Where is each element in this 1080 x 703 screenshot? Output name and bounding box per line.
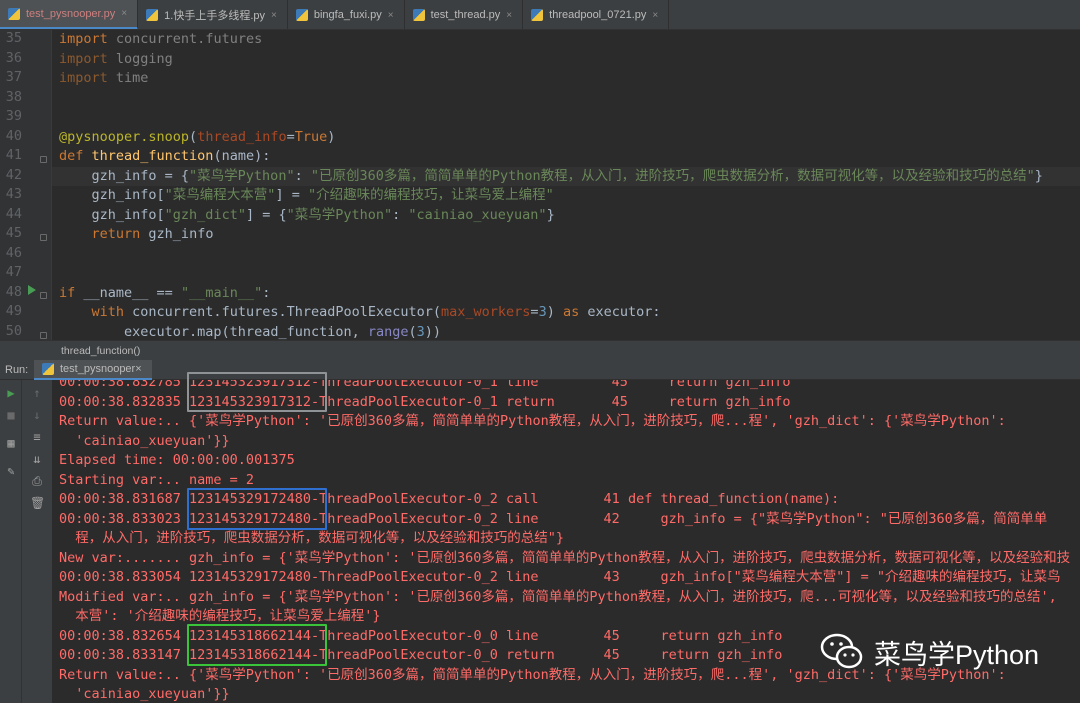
line-number: 49 <box>5 303 22 319</box>
line-number: 42 <box>5 166 22 183</box>
console-line: New var:....... gzh_info = {'菜鸟学Python':… <box>59 549 1071 566</box>
line-number: 37 <box>5 69 22 85</box>
run-toolbar: Run: test_pysnooper × <box>0 359 1080 380</box>
breadcrumb[interactable]: thread_function() <box>0 340 1080 360</box>
run-tab-label: test_pysnooper <box>60 362 136 375</box>
tab-label: threadpool_0721.py <box>549 9 647 21</box>
console-line: Return value:.. {'菜鸟学Python': '已原创360多篇，… <box>59 413 1006 429</box>
code-line: import time <box>59 70 149 86</box>
code-line: def thread_function(name): <box>59 148 271 164</box>
wechat-icon <box>820 633 863 669</box>
line-number: 43 <box>5 186 22 202</box>
fold-marker-icon[interactable] <box>40 156 47 163</box>
up-arrow-icon[interactable]: ↑ <box>30 386 44 400</box>
code-line: executor.map(thread_function, range(3)) <box>59 323 442 340</box>
code-line: gzh_info["gzh_dict"] = {"菜鸟学Python": "ca… <box>59 206 555 223</box>
console-line: 'cainiao_xueyuan'}} <box>59 432 230 449</box>
code-line: gzh_info = {"菜鸟学Python": "已原创360多篇，简简单单的… <box>59 167 1043 184</box>
thread-id-highlight-gray <box>187 372 327 412</box>
line-number: 40 <box>5 127 22 144</box>
console-line: Modified var:.. gzh_info = {'菜鸟学Python':… <box>59 588 1057 605</box>
tab-label: 1.快手上手多线程.py <box>164 10 265 22</box>
console-line: 'cainiao_xueyuan'}} <box>59 686 230 702</box>
line-number: 46 <box>5 244 22 261</box>
tab-label: bingfa_fuxi.py <box>313 9 382 21</box>
line-number: 47 <box>5 264 22 280</box>
layout-icon[interactable]: ▦ <box>4 436 18 450</box>
trash-icon[interactable]: 🗑 <box>30 496 45 510</box>
run-gutter-icon[interactable] <box>28 285 36 295</box>
python-file-icon <box>146 9 159 21</box>
code-line: import logging <box>59 50 173 67</box>
python-file-icon <box>295 9 308 21</box>
thread-id-highlight-green <box>187 624 327 666</box>
tab-test-pysnooper[interactable]: test_pysnooper.py × <box>0 0 139 29</box>
scroll-to-end-icon[interactable]: ⇊ <box>30 452 44 466</box>
code-line: gzh_info["菜鸟编程大本营"] = "介绍趣味的编程技巧，让菜鸟爱上编程… <box>59 187 554 203</box>
code-line: import concurrent.futures <box>59 31 263 47</box>
line-number: 41 <box>5 147 22 163</box>
line-number: 44 <box>5 205 22 222</box>
close-icon[interactable]: × <box>271 10 277 21</box>
tab-threadpool-0721[interactable]: threadpool_0721.py × <box>523 0 670 29</box>
line-number: 45 <box>5 225 22 241</box>
python-file-icon <box>412 9 425 21</box>
console-line: 00:00:38.833054 123145329172480-ThreadPo… <box>59 569 1061 585</box>
tab-kuaishou-thread[interactable]: 1.快手上手多线程.py × <box>138 0 288 29</box>
line-number-gutter[interactable]: 35 36 37 38 39 40 41 42 43 44 45 46 47 4… <box>0 30 52 340</box>
code-editor[interactable]: import concurrent.futures import logging… <box>52 30 1080 340</box>
close-icon[interactable]: × <box>388 10 394 21</box>
python-file-icon <box>531 9 544 21</box>
code-line: with concurrent.futures.ThreadPoolExecut… <box>91 304 661 320</box>
console-line: 00:00:38.832654 123145318662144-ThreadPo… <box>59 627 783 644</box>
close-icon[interactable]: × <box>121 8 127 19</box>
tab-run-test-pysnooper[interactable]: test_pysnooper × <box>34 359 152 380</box>
console-line: 00:00:38.832835 123145323917312-ThreadPo… <box>59 393 791 410</box>
code-line: @pysnooper.snoop(thread_info=True) <box>59 128 336 145</box>
tab-test-thread[interactable]: test_thread.py × <box>405 0 524 29</box>
console-line: 00:00:38.832785 123145323917312-ThreadPo… <box>59 380 791 390</box>
tab-label: test_pysnooper.py <box>26 7 116 20</box>
line-number: 36 <box>5 49 22 66</box>
console-action-strip: ↑ ↓ ≡ ⇊ ⎙ 🗑 <box>22 380 52 703</box>
code-line: return gzh_info <box>91 226 214 242</box>
line-number: 50 <box>5 322 22 339</box>
wechat-watermark: 菜鸟学Python <box>820 632 1039 672</box>
console-line: 00:00:38.831687 123145329172480-ThreadPo… <box>59 491 840 507</box>
close-icon[interactable]: × <box>135 363 141 375</box>
editor-tab-bar: test_pysnooper.py × 1.快手上手多线程.py × bingfa_… <box>0 0 1080 30</box>
rerun-icon[interactable]: ▶ <box>4 386 18 400</box>
watermark-text: 菜鸟学Python <box>874 639 1040 670</box>
fold-marker-icon[interactable] <box>40 332 47 339</box>
down-arrow-icon[interactable]: ↓ <box>30 408 44 422</box>
soft-wrap-icon[interactable]: ≡ <box>30 430 44 444</box>
run-action-strip: ▶ ■ ▦ ✎ <box>0 380 22 703</box>
line-number: 48 <box>5 283 22 300</box>
tab-bingfa-fuxi[interactable]: bingfa_fuxi.py × <box>288 0 405 29</box>
pin-icon[interactable]: ✎ <box>4 464 18 478</box>
python-file-icon <box>8 7 20 20</box>
code-line: if __name__ == "__main__": <box>59 284 271 301</box>
python-file-icon <box>42 362 54 375</box>
line-number: 38 <box>5 88 22 105</box>
tab-label: test_thread.py <box>430 9 501 21</box>
fold-marker-icon[interactable] <box>40 292 47 299</box>
fold-marker-icon[interactable] <box>40 234 47 241</box>
line-number: 35 <box>5 30 22 46</box>
thread-id-highlight-blue <box>187 488 327 530</box>
console-line: 00:00:38.833147 123145318662144-ThreadPo… <box>59 647 783 663</box>
stop-icon[interactable]: ■ <box>4 408 18 422</box>
run-label: Run: <box>5 363 29 376</box>
console-line: 程，从入门，进阶技巧，爬虫数据分析，数据可视化等，以及经验和技巧的总结"} <box>59 530 565 546</box>
print-icon[interactable]: ⎙ <box>30 474 44 488</box>
line-number: 39 <box>5 108 22 124</box>
close-icon[interactable]: × <box>652 10 658 21</box>
close-icon[interactable]: × <box>506 10 512 21</box>
console-line: Elapsed time: 00:00:00.001375 <box>59 452 295 468</box>
